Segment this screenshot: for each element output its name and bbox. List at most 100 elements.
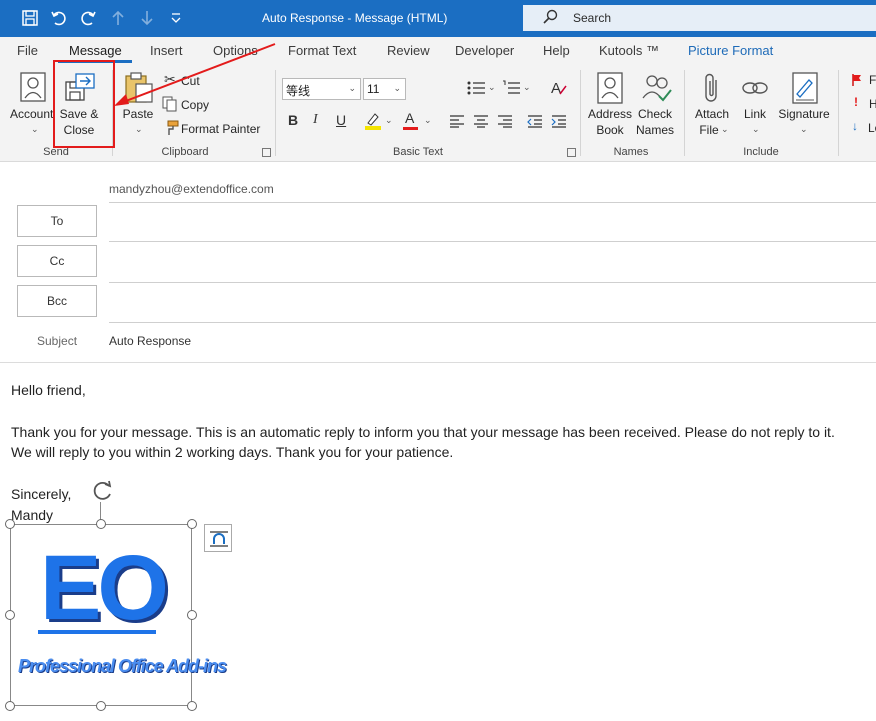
decrease-indent-icon[interactable] [527, 114, 543, 133]
chevron-down-icon[interactable]: ⌄ [424, 115, 432, 126]
undo-icon[interactable] [49, 9, 69, 29]
window-title: Auto Response - Message (HTML) [262, 11, 448, 25]
increase-indent-icon[interactable] [551, 114, 567, 133]
outlook-message-window: Auto Response - Message (HTML) Search Fi… [0, 0, 876, 721]
body-name[interactable]: Mandy [11, 507, 53, 523]
from-line [109, 202, 876, 203]
layout-options-icon [209, 530, 229, 553]
logo-underline [38, 630, 156, 634]
flag-icon[interactable] [851, 73, 863, 92]
logo-tagline: Professional Office Add-ins [18, 656, 227, 676]
signature-label: Signature [778, 107, 830, 121]
address-book-label-1: Address [587, 107, 633, 121]
font-size-value: 11 [367, 82, 380, 96]
italic-button[interactable]: I [313, 112, 318, 128]
link-label: Link [743, 107, 766, 121]
format-painter-icon [163, 120, 179, 141]
search-icon [543, 9, 558, 24]
highlight-icon[interactable] [364, 111, 382, 136]
group-divider [580, 70, 581, 156]
layout-options-button[interactable] [204, 524, 232, 552]
group-label-include: Include [743, 146, 779, 158]
align-center-icon[interactable] [473, 114, 489, 133]
to-field[interactable] [109, 241, 876, 242]
logo-mark: EO [40, 537, 169, 639]
group-divider [684, 70, 685, 156]
bullets-icon[interactable] [467, 80, 487, 101]
search-placeholder: Search [573, 11, 612, 25]
font-color-button[interactable]: A [405, 110, 414, 126]
search-box[interactable]: Search [523, 5, 876, 31]
body-line-1[interactable]: Thank you for your message. This is an a… [11, 424, 835, 440]
format-painter-label: Format Painter [181, 122, 261, 136]
body-closing[interactable]: Sincerely, [11, 486, 71, 502]
font-name-combo[interactable]: 等线 ⌄ [282, 78, 361, 100]
paperclip-icon [702, 72, 722, 109]
low-importance-label[interactable]: Lo [868, 121, 876, 135]
follow-up-label[interactable]: F [869, 73, 876, 87]
tab-picture-format[interactable]: Picture Format [688, 43, 773, 58]
redo-icon[interactable] [78, 9, 98, 29]
tab-kutools[interactable]: Kutools ™ [599, 43, 659, 58]
customize-toolbar-icon[interactable] [166, 9, 186, 29]
tab-help[interactable]: Help [543, 43, 570, 58]
clear-formatting-icon[interactable]: A [550, 78, 570, 103]
chevron-down-icon: ⌄ [800, 124, 808, 134]
basic-text-launcher-icon[interactable] [567, 148, 576, 157]
rotate-icon[interactable] [90, 480, 116, 507]
check-names-label-1: Check [637, 107, 672, 121]
high-importance-label[interactable]: H [869, 97, 876, 111]
to-button[interactable]: To [17, 205, 97, 237]
check-names-label-2: Names [635, 123, 674, 137]
check-names-icon [641, 72, 673, 109]
clipboard-launcher-icon[interactable] [262, 148, 271, 157]
group-divider [838, 70, 839, 156]
arrow-up-icon[interactable] [108, 9, 128, 29]
group-label-names: Names [613, 146, 649, 158]
subject-label: Subject [37, 334, 78, 348]
tab-format-text[interactable]: Format Text [288, 43, 356, 58]
arrow-down-icon[interactable] [137, 9, 157, 29]
font-size-combo[interactable]: 11 ⌄ [363, 78, 406, 100]
chevron-down-icon: ⌄ [752, 124, 760, 134]
subject-field[interactable]: Auto Response [109, 334, 191, 348]
body-greeting[interactable]: Hello friend, [11, 382, 86, 398]
exclamation-icon[interactable]: ! [854, 95, 858, 109]
body-line-2[interactable]: We will reply to you within 2 working da… [11, 444, 453, 460]
resize-handle[interactable] [187, 610, 197, 620]
chevron-down-icon: ⌄ [135, 124, 143, 134]
bold-button[interactable]: B [288, 112, 298, 128]
save-icon[interactable] [20, 9, 40, 29]
tab-review[interactable]: Review [387, 43, 430, 58]
resize-handle[interactable] [187, 519, 197, 529]
resize-handle[interactable] [5, 701, 15, 711]
cc-field[interactable] [109, 282, 876, 283]
tab-developer[interactable]: Developer [455, 43, 514, 58]
font-name-value: 等线 [286, 84, 311, 98]
resize-handle[interactable] [5, 519, 15, 529]
tab-file[interactable]: File [17, 43, 38, 58]
align-left-icon[interactable] [449, 114, 465, 133]
resize-handle[interactable] [187, 701, 197, 711]
account-icon [20, 72, 46, 107]
bcc-button[interactable]: Bcc [17, 285, 97, 317]
title-bar: Auto Response - Message (HTML) Search [0, 0, 876, 37]
address-book-label-2: Book [596, 123, 624, 137]
resize-handle[interactable] [96, 701, 106, 711]
chevron-down-icon[interactable]: ⌄ [385, 115, 393, 126]
annotation-arrow [114, 43, 276, 106]
numbering-icon[interactable] [502, 80, 522, 101]
resize-handle[interactable] [96, 519, 106, 529]
chevron-down-icon: ⌄ [393, 83, 401, 93]
align-right-icon[interactable] [497, 114, 513, 133]
group-label-basic-text: Basic Text [393, 146, 443, 158]
chevron-down-icon[interactable]: ⌄ [488, 82, 496, 93]
underline-button[interactable]: U [336, 112, 346, 128]
low-importance-icon[interactable]: ↓ [852, 119, 858, 133]
chevron-down-icon[interactable]: ⌄ [523, 82, 531, 93]
bcc-field[interactable] [109, 322, 876, 323]
account-label: Account [10, 107, 54, 121]
chevron-down-icon: ⌄ [31, 124, 39, 134]
resize-handle[interactable] [5, 610, 15, 620]
cc-button[interactable]: Cc [17, 245, 97, 277]
